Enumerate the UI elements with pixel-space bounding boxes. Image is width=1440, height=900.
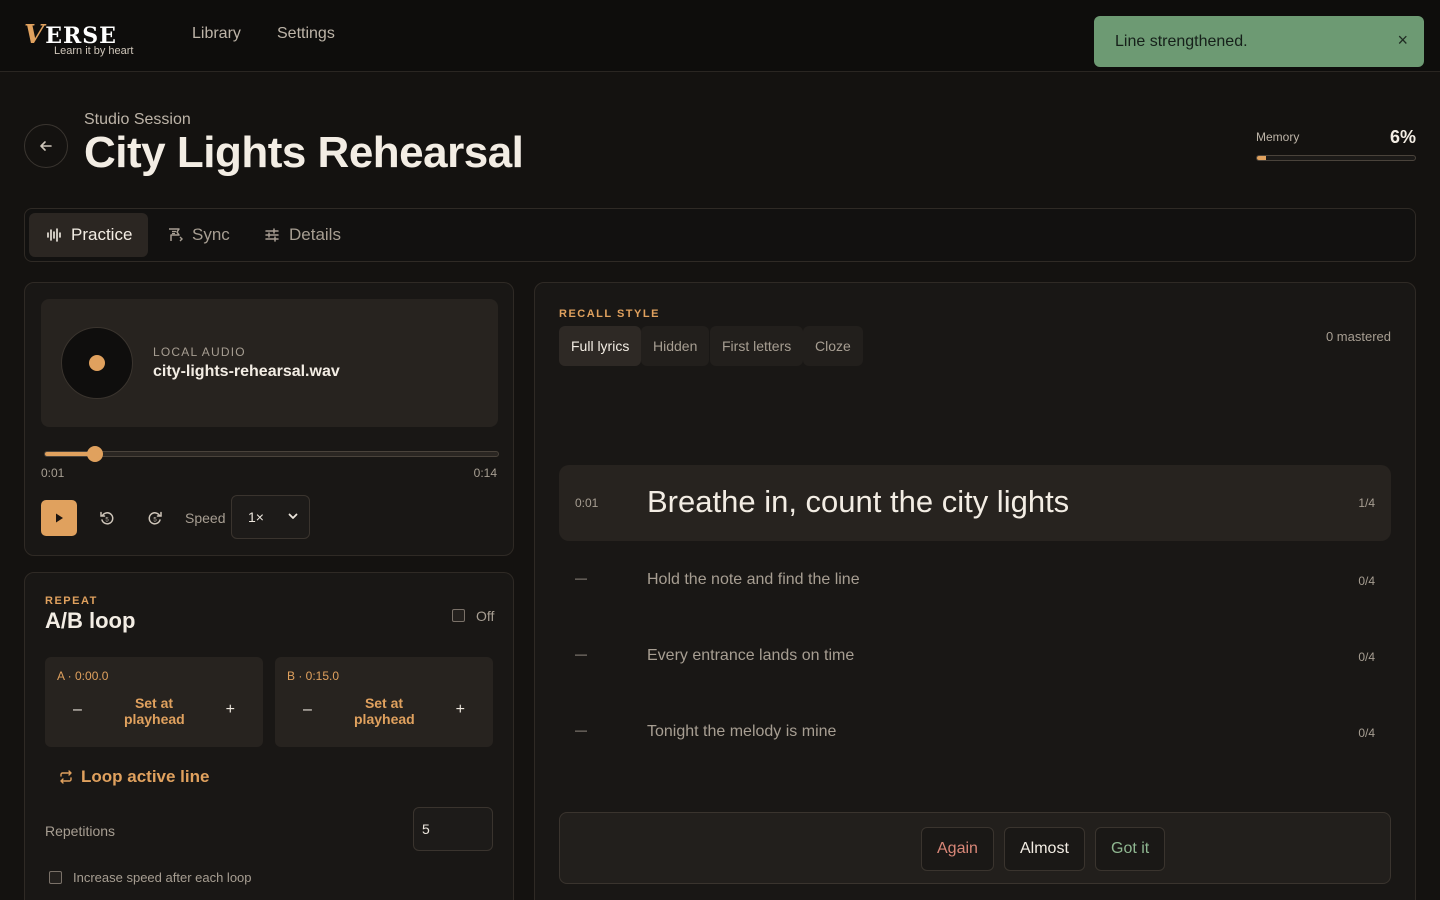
line-count: 1/4 (1358, 496, 1375, 510)
source-label: LOCAL AUDIO (153, 345, 246, 359)
memory-progress-bar (1256, 155, 1416, 161)
line-text: Every entrance lands on time (647, 647, 855, 664)
recall-eyebrow: RECALL STYLE (559, 308, 660, 320)
audio-player-card: LOCAL AUDIO city-lights-rehearsal.wav 0:… (24, 282, 514, 556)
a-increment-button[interactable]: + (226, 701, 235, 719)
top-bar: VERSE Learn it by heart Library Settings… (0, 0, 1440, 72)
line-time: — (575, 571, 587, 585)
line-text: Hold the note and find the line (647, 571, 860, 588)
loop-toggle-label: Off (476, 608, 495, 624)
tab-details[interactable]: Details (247, 213, 357, 257)
arrow-left-icon (40, 141, 52, 151)
sync-flag-icon (166, 226, 184, 244)
repetitions-label: Repetitions (45, 823, 116, 839)
lyric-line[interactable]: — Hold the note and find the line 0/4 (559, 561, 1391, 601)
recall-card: RECALL STYLE Full lyrics Hidden First le… (534, 282, 1416, 900)
mode-first-letters[interactable]: First letters (710, 326, 804, 366)
close-icon[interactable]: × (1397, 30, 1408, 51)
memory-value: 6% (1389, 127, 1416, 147)
ab-loop-card: REPEAT A/B loop Off A · 0:00.0 – Set at … (24, 572, 514, 900)
almost-button[interactable]: Almost (1004, 827, 1085, 871)
speed-select[interactable]: 1× (231, 495, 310, 539)
disc-icon (61, 327, 133, 399)
forward-5-icon[interactable]: 5 (143, 506, 167, 530)
got-it-button[interactable]: Got it (1095, 827, 1166, 871)
memory-progress-fill (1257, 156, 1267, 160)
repeat-icon (60, 770, 72, 784)
nav-library[interactable]: Library (192, 25, 241, 43)
svg-text:5: 5 (105, 518, 109, 524)
line-count: 0/4 (1358, 574, 1375, 588)
tab-label: Practice (71, 225, 133, 244)
again-button[interactable]: Again (921, 827, 994, 871)
lyric-line[interactable]: — Tonight the melody is mine 0/4 (559, 713, 1391, 753)
tab-bar: Practice Sync Details (24, 208, 1416, 262)
increase-speed-checkbox[interactable] (49, 871, 62, 884)
repetitions-input[interactable]: 5 (413, 807, 493, 851)
file-name: city-lights-rehearsal.wav (153, 363, 340, 380)
toast-notification: Line strengthened. × (1094, 16, 1424, 67)
back-button[interactable] (24, 124, 68, 168)
page-title: City Lights Rehearsal (84, 128, 524, 177)
seek-thumb[interactable] (86, 446, 103, 462)
lyric-line-active[interactable]: 0:01 Breathe in, count the city lights 1… (559, 465, 1391, 541)
b-point-label: B · 0:15.0 (287, 669, 340, 683)
chevron-down-icon (288, 513, 298, 519)
memory-label: Memory (1256, 130, 1300, 144)
app-logo[interactable]: VERSE Learn it by heart (24, 18, 144, 62)
svg-text:5: 5 (153, 518, 157, 524)
mode-full-lyrics[interactable]: Full lyrics (559, 326, 642, 366)
loop-toggle-checkbox[interactable] (452, 609, 465, 622)
mode-hidden[interactable]: Hidden (641, 326, 710, 366)
b-decrement-button[interactable]: – (303, 701, 312, 719)
a-decrement-button[interactable]: – (73, 701, 82, 719)
mastered-count: 0 mastered (1325, 329, 1391, 344)
speed-value: 1× (248, 509, 264, 525)
rewind-5-icon[interactable]: 5 (95, 506, 119, 530)
line-time: — (575, 723, 587, 737)
seek-slider[interactable] (44, 446, 499, 462)
b-set-at-playhead-button[interactable]: Set at playhead (354, 695, 415, 727)
tab-label: Details (289, 225, 341, 244)
sliders-icon (263, 226, 281, 244)
grade-bar: Again Almost Got it (559, 812, 1391, 884)
toast-message: Line strengthened. (1115, 33, 1248, 50)
loop-active-line-button[interactable]: Loop active line (59, 767, 209, 787)
play-icon (56, 513, 63, 523)
line-time: 0:01 (575, 496, 599, 510)
loop-eyebrow: REPEAT (45, 595, 98, 607)
speed-label: Speed (185, 510, 226, 526)
b-increment-button[interactable]: + (456, 701, 465, 719)
mode-cloze[interactable]: Cloze (803, 326, 863, 366)
waveform-icon (45, 226, 63, 244)
loop-active-line-label: Loop active line (81, 767, 210, 786)
line-text: Breathe in, count the city lights (647, 484, 1070, 519)
a-point-box: A · 0:00.0 – Set at playhead + (45, 657, 263, 747)
loop-title: A/B loop (45, 608, 136, 633)
page-eyebrow: Studio Session (84, 111, 191, 128)
increase-speed-label: Increase speed after each loop (73, 870, 252, 885)
play-button[interactable] (41, 500, 77, 536)
track-info: LOCAL AUDIO city-lights-rehearsal.wav (41, 299, 498, 427)
total-time: 0:14 (473, 466, 497, 480)
nav-settings[interactable]: Settings (277, 25, 335, 43)
line-count: 0/4 (1358, 650, 1375, 664)
line-text: Tonight the melody is mine (647, 723, 837, 740)
line-time: — (575, 647, 587, 661)
logo-tagline: Learn it by heart (54, 45, 134, 57)
tab-label: Sync (192, 225, 230, 244)
a-point-label: A · 0:00.0 (57, 669, 109, 683)
b-point-box: B · 0:15.0 – Set at playhead + (275, 657, 493, 747)
a-set-at-playhead-button[interactable]: Set at playhead (124, 695, 185, 727)
tab-sync[interactable]: Sync (150, 213, 246, 257)
lyric-line[interactable]: — Every entrance lands on time 0/4 (559, 637, 1391, 677)
current-time: 0:01 (41, 466, 65, 480)
tab-practice[interactable]: Practice (29, 213, 149, 257)
line-count: 0/4 (1358, 726, 1375, 740)
